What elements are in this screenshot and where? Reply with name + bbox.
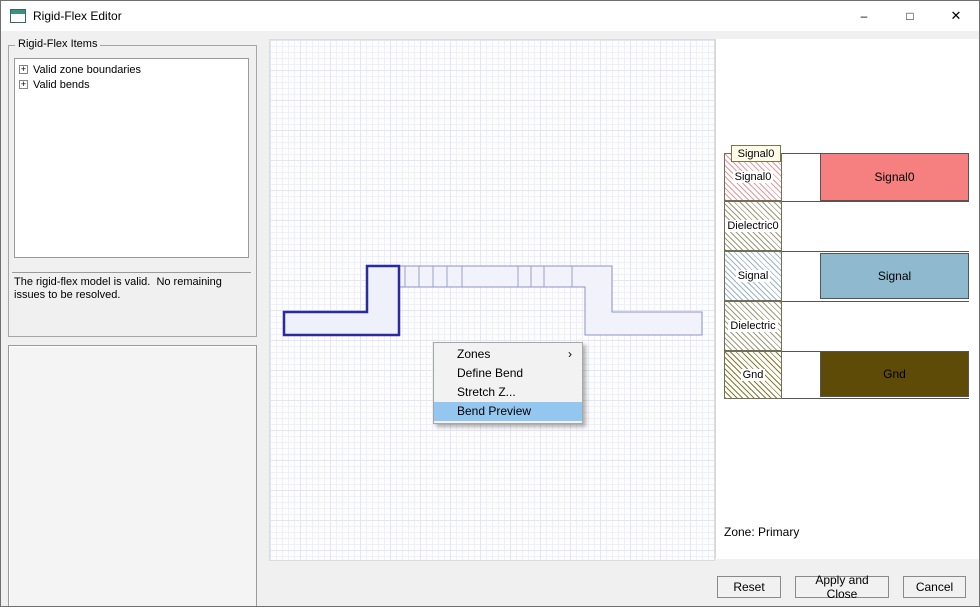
board-cross-section-canvas[interactable] — [269, 39, 715, 561]
board-cross-section-drawing[interactable] — [270, 40, 714, 560]
layer-box-signal: Signal — [820, 253, 969, 299]
menu-item-label: Stretch Z... — [457, 385, 516, 399]
layer-strip-dielectric[interactable]: Dielectric — [724, 301, 782, 351]
groupbox-title: Rigid-Flex Items — [15, 38, 100, 50]
tree-item-label: Valid bends — [33, 79, 90, 91]
tree-item-label: Valid zone boundaries — [33, 64, 141, 76]
title-bar: Rigid-Flex Editor – □ ✕ — [1, 1, 979, 31]
layer-box-gnd: Gnd — [820, 351, 969, 397]
layer-box-label: Signal0 — [874, 170, 914, 184]
stackup-panel: Signal0 Signal0 Dielectric0 Signal Diele… — [715, 39, 980, 559]
layer-strip-label: Signal0 — [733, 171, 774, 183]
context-menu: Zones › Define Bend Stretch Z... Bend Pr… — [433, 342, 583, 424]
menu-item-label: Bend Preview — [457, 404, 531, 418]
menu-item-bend-preview[interactable]: Bend Preview — [434, 402, 582, 421]
layer-boundary-line — [782, 201, 969, 202]
apply-and-close-button[interactable]: Apply and Close — [795, 576, 889, 598]
rigid-flex-items-groupbox: Rigid-Flex Items + Valid zone boundaries… — [8, 45, 257, 337]
window-controls: – □ ✕ — [841, 1, 979, 31]
layer-boundary-line — [782, 251, 969, 252]
window-title: Rigid-Flex Editor — [33, 9, 122, 23]
menu-item-zones[interactable]: Zones › — [434, 345, 582, 364]
main-area: Rigid-Flex Items + Valid zone boundaries… — [1, 31, 979, 606]
expand-plus-icon[interactable]: + — [19, 80, 28, 89]
tree-item-valid-zone-boundaries[interactable]: + Valid zone boundaries — [17, 62, 246, 77]
menu-item-label: Zones — [457, 347, 490, 361]
layer-tooltip: Signal0 — [731, 145, 781, 162]
app-icon — [10, 9, 26, 23]
zone-label: Zone: Primary — [724, 525, 799, 539]
menu-item-define-bend[interactable]: Define Bend — [434, 364, 582, 383]
cancel-button[interactable]: Cancel — [903, 576, 966, 598]
dialog-button-row: Reset Apply and Close Cancel — [717, 576, 966, 598]
details-panel-empty — [8, 345, 257, 607]
validation-status-text: The rigid-flex model is valid. No remain… — [12, 272, 251, 332]
reset-button[interactable]: Reset — [717, 576, 781, 598]
layer-strip-label: Gnd — [741, 369, 766, 381]
submenu-arrow-icon: › — [568, 345, 572, 364]
layer-boundary-line — [782, 301, 969, 302]
maximize-button[interactable]: □ — [887, 1, 933, 31]
layer-strip-dielectric0[interactable]: Dielectric0 — [724, 201, 782, 251]
layer-box-label: Gnd — [883, 367, 906, 381]
selected-rigid-zone[interactable] — [284, 266, 399, 335]
expand-plus-icon[interactable]: + — [19, 65, 28, 74]
minimize-button[interactable]: – — [841, 1, 887, 31]
tree-item-valid-bends[interactable]: + Valid bends — [17, 77, 246, 92]
rigid-flex-editor-window: Rigid-Flex Editor – □ ✕ Rigid-Flex Items… — [0, 0, 980, 607]
layer-strip-label: Signal — [736, 270, 771, 282]
layer-box-signal0: Signal0 — [820, 153, 969, 201]
menu-item-stretch-zone[interactable]: Stretch Z... — [434, 383, 582, 402]
left-panel: Rigid-Flex Items + Valid zone boundaries… — [6, 41, 259, 601]
layer-box-label: Signal — [878, 269, 911, 283]
rigid-flex-items-tree[interactable]: + Valid zone boundaries + Valid bends — [14, 58, 249, 258]
layer-strip-label: Dielectric0 — [725, 220, 780, 232]
layer-strip-gnd[interactable]: Gnd — [724, 351, 782, 399]
close-button[interactable]: ✕ — [933, 1, 979, 31]
menu-item-label: Define Bend — [457, 366, 523, 380]
layer-strip-signal[interactable]: Signal — [724, 251, 782, 301]
layer-strip-label: Dielectric — [728, 320, 777, 332]
layer-boundary-line — [782, 398, 969, 399]
